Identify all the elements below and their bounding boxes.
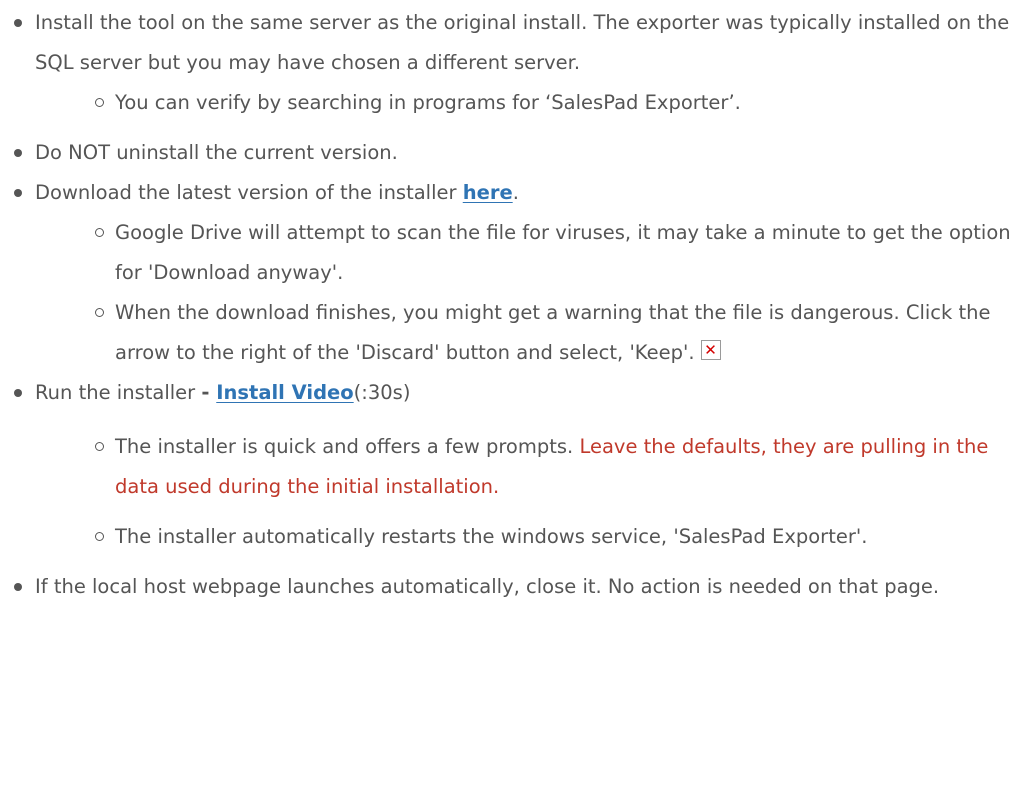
google-drive-text: Google Drive will attempt to scan the fi… [115, 221, 1011, 284]
install-tool-text: Install the tool on the same server as t… [35, 11, 1010, 74]
localhost-text: If the local host webpage launches autom… [35, 575, 940, 598]
restart-text: The installer automatically restarts the… [115, 525, 868, 548]
list-item: Google Drive will attempt to scan the fi… [95, 213, 1025, 293]
list-item: Install the tool on the same server as t… [14, 3, 1025, 123]
list-item: The installer is quick and offers a few … [95, 427, 1025, 507]
list-item: If the local host webpage launches autom… [14, 567, 1025, 607]
sub-list: You can verify by searching in programs … [35, 83, 1025, 123]
broken-image-icon: ✕ [700, 340, 721, 360]
run-dash: - [201, 381, 217, 404]
download-text-prefix: Download the latest version of the insta… [35, 181, 463, 204]
list-item: The installer automatically restarts the… [95, 517, 1025, 557]
do-not-uninstall-text: Do NOT uninstall the current version. [35, 141, 398, 164]
quick-text: The installer is quick and offers a few … [115, 435, 580, 458]
download-text-suffix: . [512, 181, 519, 204]
download-here-link[interactable]: here [463, 181, 513, 204]
install-video-link[interactable]: Install Video [216, 381, 353, 404]
sub-list: The installer is quick and offers a few … [35, 427, 1025, 557]
warning-text: When the download finishes, you might ge… [115, 301, 991, 364]
instructions-document: Install the tool on the same server as t… [0, 3, 1025, 607]
list-item: Do NOT uninstall the current version. [14, 133, 1025, 173]
run-duration: (:30s) [353, 381, 411, 404]
list-item: Run the installer - Install Video(:30s) … [14, 373, 1025, 557]
sub-list: Google Drive will attempt to scan the fi… [35, 213, 1025, 373]
run-installer-text: Run the installer [35, 381, 202, 404]
list-item: You can verify by searching in programs … [95, 83, 1025, 123]
steps-list: Install the tool on the same server as t… [0, 3, 1025, 607]
list-item: Download the latest version of the insta… [14, 173, 1025, 373]
verify-text: You can verify by searching in programs … [115, 91, 741, 114]
list-item: When the download finishes, you might ge… [95, 293, 1025, 373]
